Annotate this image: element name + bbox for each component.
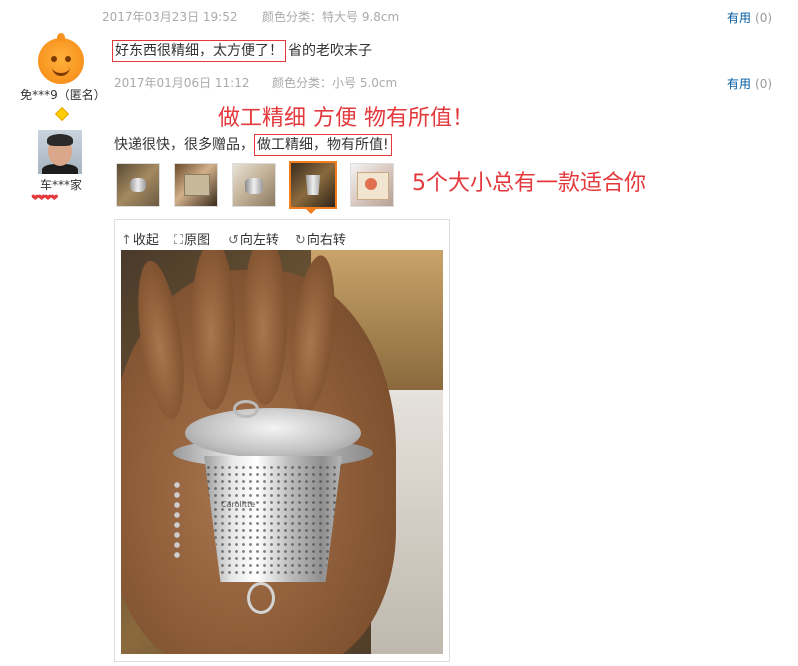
avatar-eye [65,56,71,62]
thumbnail-infuser [245,178,263,194]
avatar-eye [51,56,57,62]
selected-thumbnail-caret [305,208,317,214]
expand-icon: ⛶ [174,233,184,248]
review-thumbnail[interactable] [350,163,394,207]
thumbnail-logo [365,178,377,190]
rotate-left-label: 向左转 [239,233,279,248]
review2-comment: 快递很快，很多赠品， 做工精细，物有所值! [114,134,392,156]
annotation-sizes-note: 5个大小总有一款适合你 [412,171,646,196]
member-level-icon: ❤❤❤❤ [31,193,58,204]
review-thumbnail[interactable] [116,163,160,207]
vip-diamond-icon [54,106,70,122]
infuser-lid-knob [233,400,259,418]
rotate-right-label: 向右转 [306,233,346,248]
useful-label: 有用 [727,11,752,25]
avatar-tuft [57,33,65,42]
review-thumbnail[interactable] [174,163,218,207]
avatar-hair [47,134,73,146]
infuser-chain [173,480,181,560]
review2-useful-button[interactable]: 有用 (0) [727,75,772,92]
review1-comment: 好东西很精细，太方便了！ 省的老吹末子 [112,40,372,62]
useful-count: (0) [755,11,773,25]
infuser-stamp: Carolitte [221,500,256,509]
review1-spec: 颜色分类：特大号 9.8cm [262,10,400,24]
review2-date: 2017年01月06日 11:12 [114,76,250,90]
rotate-right-button[interactable]: ↻向右转 [295,229,346,248]
infuser-ring [247,582,275,614]
comment-text: 快递很快，很多赠品， [114,137,254,153]
rotate-right-icon: ↻ [295,233,306,248]
review1-date: 2017年03月23日 19:52 [102,10,238,24]
image-viewer: ↑收起 ⛶原图 ↺向左转 ↻向右转 Carolitte [114,219,450,662]
collapse-button[interactable]: ↑收起 [121,229,159,248]
annotation-headline: 做工精细 方便 物有所值！ [218,106,474,131]
original-label: 原图 [184,233,211,248]
avatar[interactable] [38,33,84,84]
highlighted-text: 做工精细，物有所值! [254,134,392,156]
username: 免***9（匿名） [20,88,106,102]
review2-spec: 颜色分类：小号 5.0cm [272,76,398,90]
rotate-left-button[interactable]: ↺向左转 [228,229,279,248]
review1-useful-button[interactable]: 有用 (0) [727,9,772,26]
thumbnail-infuser [130,178,146,192]
highlighted-text: 好东西很精细，太方便了！ [112,40,286,62]
useful-count: (0) [755,77,773,91]
useful-label: 有用 [727,77,752,91]
original-image-button[interactable]: ⛶原图 [174,229,210,248]
avatar[interactable] [38,130,82,174]
review-thumbnail-selected[interactable] [289,161,337,209]
rotate-left-icon: ↺ [228,233,239,248]
thumbnail-infuser [305,175,321,195]
review-photo[interactable]: Carolitte [121,250,443,654]
username: 车***家 [39,178,82,192]
review-thumbnail[interactable] [232,163,276,207]
avatar-mouth [52,65,70,76]
infuser-lid [185,408,361,458]
collapse-label: 收起 [132,233,159,248]
arrow-up-icon: ↑ [121,233,132,248]
thumbnail-package [184,174,210,196]
comment-text: 省的老吹末子 [288,43,372,59]
